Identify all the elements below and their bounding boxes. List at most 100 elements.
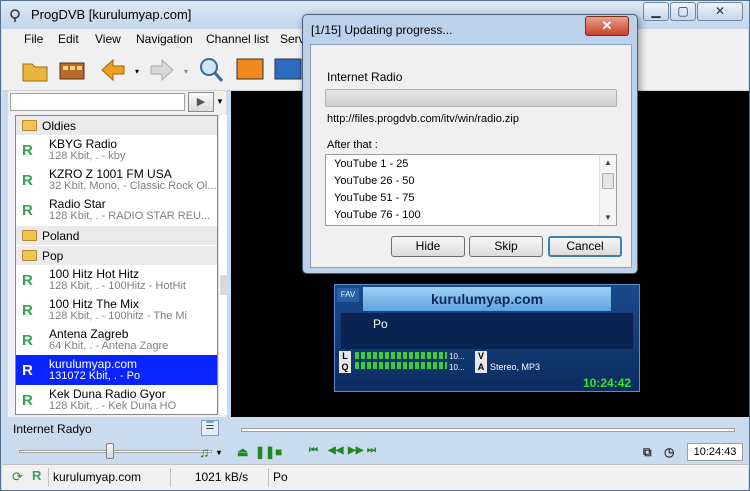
lq-label: LQ <box>339 351 351 373</box>
search-icon[interactable] <box>196 55 226 85</box>
dialog-title: [1/15] Updating progress... <box>311 23 453 37</box>
cancel-button[interactable]: Cancel <box>548 236 622 257</box>
menu-edit[interactable]: Edit <box>58 32 79 46</box>
channel-panel: ▶ ▼ Oldies R KBYG Radio 128 Kbit, . - kby … <box>8 91 227 417</box>
hide-button[interactable]: Hide <box>391 236 465 257</box>
radio-icon: R <box>22 202 33 219</box>
screen-1-icon[interactable] <box>235 55 265 85</box>
group-pop[interactable]: Pop <box>16 246 217 265</box>
radio-icon: R <box>22 302 33 319</box>
list-item[interactable]: R 100 Hitz The Mix 128 Kbit, . - 100hitz -… <box>16 295 217 325</box>
menu-service[interactable]: Serv <box>280 32 305 46</box>
filter-box[interactable] <box>10 93 185 111</box>
skip-button[interactable]: Skip <box>469 236 543 257</box>
list-item[interactable]: R Kek Duna Radio Gyor 128 Kbit, . - Kek Du… <box>16 385 217 414</box>
stop-icon[interactable]: ■ <box>275 445 282 459</box>
status-channel: kurulumyap.com <box>48 468 170 487</box>
level-bars <box>355 352 447 372</box>
menu-view[interactable]: View <box>95 32 121 46</box>
list-item[interactable]: YouTube 76 - 100 <box>334 209 421 221</box>
scroll-thumb[interactable] <box>602 173 614 189</box>
menu-file[interactable]: File <box>24 32 43 46</box>
clock-icon[interactable]: ◷ <box>664 445 674 459</box>
osd-program-name: Po <box>373 317 388 331</box>
list-toggle-button[interactable]: ☰ <box>201 420 219 436</box>
music-dropdown-icon[interactable]: ▾ <box>217 448 221 457</box>
scroll-down-icon[interactable]: ▼ <box>604 213 612 222</box>
eject-icon[interactable]: ⏏ <box>237 445 248 459</box>
group-label: Internet Radyo <box>13 422 92 436</box>
va-label: VA <box>475 351 487 373</box>
level-bar-l <box>355 352 447 359</box>
radio-icon: R <box>22 142 33 159</box>
back-dropdown-icon[interactable]: ▾ <box>135 67 139 76</box>
list-item[interactable]: R 100 Hitz Hot Hitz 128 Kbit, . - 100Hitz … <box>16 265 217 295</box>
fast-forward-icon[interactable]: ▶▶ <box>348 445 363 456</box>
close-window-button[interactable]: ✕ <box>697 2 743 21</box>
queue-list[interactable]: YouTube 1 - 25 YouTube 26 - 50 YouTube 5… <box>325 154 617 226</box>
globe-icon: ⟳ <box>12 469 23 484</box>
open-folder-icon[interactable] <box>20 55 50 85</box>
list-item[interactable]: R KBYG Radio 128 Kbit, . - kby <box>16 135 217 165</box>
group-poland[interactable]: Poland <box>16 226 217 245</box>
rewind-icon[interactable]: ◀◀ <box>328 445 343 456</box>
menu-navigation[interactable]: Navigation <box>136 32 193 46</box>
radio-icon: R <box>22 272 33 289</box>
filter-bar: ▶ ▼ <box>8 91 226 113</box>
channel-list-scrollbar[interactable] <box>218 115 227 415</box>
skip-forward-icon[interactable]: ⏭ <box>367 445 376 456</box>
scroll-up-icon[interactable]: ▲ <box>604 158 612 167</box>
after-that-label: After that : <box>327 139 378 151</box>
scroll-thumb[interactable] <box>220 275 227 295</box>
equalizer-icon[interactable]: ⧉ <box>643 445 652 460</box>
download-url: http://files.progdvb.com/itv/win/radio.z… <box>327 113 519 125</box>
list-item[interactable]: R Antena Zagreb 64 Kbit, . - Antena Zagre <box>16 325 217 355</box>
play-button[interactable]: ▶ <box>188 92 214 112</box>
skip-back-icon[interactable]: ⏮ <box>309 445 318 456</box>
channel-list: Oldies R KBYG Radio 128 Kbit, . - kby R KZR… <box>15 115 218 415</box>
progress-bar <box>325 89 617 107</box>
seek-bar[interactable] <box>241 428 735 432</box>
folder-icon <box>22 230 37 241</box>
list-item[interactable]: YouTube 1 - 25 <box>334 158 408 170</box>
radio-icon: R <box>22 392 33 409</box>
level-values: 10... 10... <box>449 352 465 372</box>
list-item-selected[interactable]: Rkurulumyap.com 131072 Kbit, . - Po <box>16 355 217 385</box>
list-item[interactable]: YouTube 51 - 75 <box>334 192 415 204</box>
update-progress-dialog: [1/15] Updating progress... ✕ Internet R… <box>302 14 638 274</box>
folder-icon <box>22 250 37 261</box>
osd-tag: FAV <box>337 288 359 302</box>
forward-arrow-icon[interactable] <box>147 55 177 85</box>
radio-icon: R <box>22 332 33 349</box>
current-item-label: Internet Radio <box>327 70 403 84</box>
radio-icon: R <box>22 172 33 189</box>
folder-icon <box>22 120 37 131</box>
volume-slider[interactable] <box>19 450 212 453</box>
minimize-button[interactable]: ▁ <box>643 2 669 21</box>
osd-format: Stereo, MP3 <box>490 362 541 372</box>
pause-icon[interactable]: ❚❚ <box>255 445 275 459</box>
osd-clock: 10:24:42 <box>583 376 632 390</box>
queue-scrollbar[interactable]: ▲ ▼ <box>599 155 616 225</box>
music-icon[interactable]: ♫ <box>199 444 210 460</box>
list-item[interactable]: R KZRO Z 1001 FM USA 32 Kbit, Mono. - Clas… <box>16 165 217 195</box>
filter-dropdown-icon[interactable]: ▼ <box>216 97 224 106</box>
dialog-close-button[interactable]: ✕ <box>585 16 629 36</box>
osd-panel: FAV kurulumyap.com Po LQ 10... 10... VA S… <box>334 284 640 392</box>
dialog-body: Internet Radio http://files.progdvb.com/… <box>310 44 632 268</box>
status-bar: ⟳ R kurulumyap.com 1021 kB/s Po <box>2 464 748 490</box>
time-display: 10:24:43 <box>687 443 743 461</box>
back-arrow-icon[interactable] <box>98 55 128 85</box>
radio-icon: R <box>32 468 42 483</box>
osd-channel-name: kurulumyap.com <box>363 287 611 311</box>
menu-channel-list[interactable]: Channel list <box>206 32 269 46</box>
group-oldies[interactable]: Oldies <box>16 116 217 135</box>
screen-2-icon[interactable] <box>273 55 303 85</box>
forward-dropdown-icon[interactable]: ▾ <box>184 67 188 76</box>
list-item[interactable]: R Radio Star 128 Kbit, . - RADIO STAR REU.… <box>16 195 217 225</box>
list-item[interactable]: YouTube 26 - 50 <box>334 175 415 187</box>
volume-thumb[interactable] <box>106 443 114 459</box>
window-title: ProgDVB [kurulumyap.com] <box>31 7 192 22</box>
maximize-button[interactable]: ▢ <box>670 2 696 21</box>
film-icon[interactable] <box>57 55 87 85</box>
